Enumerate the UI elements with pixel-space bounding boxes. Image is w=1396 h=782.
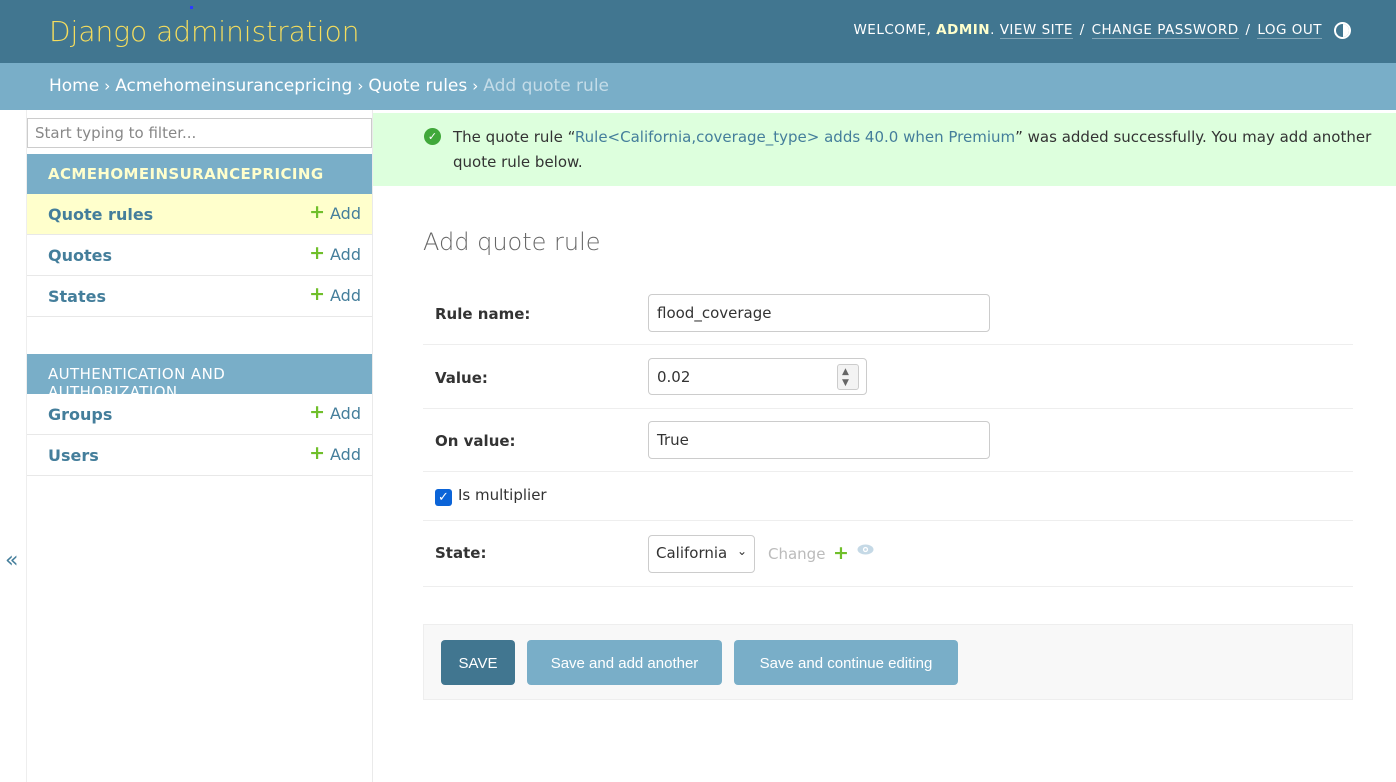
sidebar-item-users: Users + Add — [27, 435, 372, 476]
page-title: Add quote rule — [423, 228, 601, 256]
save-and-add-another-button[interactable]: Save and add another — [527, 640, 722, 685]
add-state-link[interactable]: + Add — [309, 283, 361, 306]
header: Django administration Welcome, admin. Vi… — [0, 0, 1396, 63]
sidebar-item-quotes: Quotes + Add — [27, 235, 372, 276]
add-group-link[interactable]: + Add — [309, 401, 361, 424]
model-link-users[interactable]: Users — [48, 446, 99, 465]
add-label: Add — [330, 404, 361, 423]
sidebar-item-quote-rules: Quote rules + Add — [27, 194, 372, 235]
breadcrumb-app[interactable]: Acmehomeinsurancepricing — [115, 76, 352, 96]
form-row-value: Value: 0.02 ▲ ▼ — [423, 345, 1353, 409]
plus-icon: + — [309, 442, 326, 464]
state-label: State: — [435, 544, 487, 562]
plus-icon: + — [309, 283, 326, 305]
model-link-quotes[interactable]: Quotes — [48, 246, 112, 265]
breadcrumb-model[interactable]: Quote rules — [368, 76, 467, 96]
collapse-sidebar-icon[interactable]: « — [5, 550, 18, 572]
change-password-link[interactable]: Change password — [1091, 22, 1239, 39]
add-user-link[interactable]: + Add — [309, 442, 361, 465]
plus-icon: + — [309, 401, 326, 423]
welcome-text: Welcome, — [853, 22, 932, 38]
view-site-link[interactable]: View site — [999, 22, 1073, 39]
form-row-on-value: On value: True — [423, 409, 1353, 472]
is-multiplier-checkbox[interactable]: ✓ — [435, 489, 452, 506]
add-quote-rule-link[interactable]: + Add — [309, 201, 361, 224]
form-row-is-multiplier: ✓ Is multiplier — [423, 472, 1353, 521]
site-title[interactable]: Django administration — [49, 15, 359, 49]
check-circle-icon: ✓ — [424, 128, 441, 145]
log-out-link[interactable]: Log out — [1257, 22, 1322, 39]
success-message: ✓ The quote rule “Rule<California,covera… — [373, 113, 1396, 186]
change-related-link[interactable]: Change — [768, 545, 825, 563]
value-input[interactable]: 0.02 ▲ ▼ — [648, 358, 867, 395]
on-value-label: On value: — [435, 432, 516, 450]
user-tools: Welcome, admin. View site / Change passw… — [853, 22, 1322, 39]
breadcrumb: Home › Acmehomeinsurancepricing › Quote rule… — [0, 63, 1396, 110]
app-caption-auth[interactable]: Authentication and Authorization — [27, 354, 372, 401]
model-link-quote-rules[interactable]: Quote rules — [48, 205, 153, 224]
submit-row: Save Save and add another Save and conti… — [423, 624, 1353, 700]
app-module-auth: Authentication and Authorization Groups … — [27, 354, 372, 476]
nav-sidebar: Acmehomeinsurancepricing Quote rules +Ad… — [27, 110, 373, 782]
add-label: Add — [330, 204, 361, 223]
message-prefix: The quote rule “ — [453, 128, 575, 146]
save-and-continue-button[interactable]: Save and continue editing — [734, 640, 958, 685]
add-related-plus-icon[interactable]: + — [833, 542, 849, 564]
number-stepper[interactable]: ▲ ▼ — [837, 364, 859, 390]
value-label: Value: — [435, 369, 488, 387]
breadcrumb-current: Add quote rule — [483, 76, 610, 96]
value-input-text: 0.02 — [657, 368, 691, 386]
view-related-eye-icon[interactable] — [857, 544, 874, 555]
added-object-link[interactable]: Rule<California,coverage_type> adds 40.0… — [575, 128, 1015, 146]
stepper-down-icon[interactable]: ▼ — [842, 378, 849, 388]
sidebar-item-states: States + Add — [27, 276, 372, 317]
breadcrumb-separator: › — [472, 77, 479, 95]
on-value-input[interactable]: True — [648, 421, 990, 459]
success-message-text: The quote rule “Rule<California,coverage… — [453, 125, 1373, 175]
form-row-state: State: California ⌄ Change + — [423, 521, 1353, 587]
add-label: Add — [330, 286, 361, 305]
plus-icon: + — [309, 201, 326, 223]
model-link-groups[interactable]: Groups — [48, 405, 112, 424]
username: admin — [936, 22, 991, 38]
stepper-up-icon[interactable]: ▲ — [842, 367, 849, 377]
breadcrumb-separator: › — [357, 77, 364, 95]
sidebar-item-groups: Groups + Add — [27, 394, 372, 435]
model-link-states[interactable]: States — [48, 287, 106, 306]
plus-icon: + — [309, 242, 326, 264]
add-quote-link[interactable]: + Add — [309, 242, 361, 265]
form-row-rule-name: Rule name: flood_coverage — [423, 282, 1353, 345]
state-select[interactable]: California ⌄ — [648, 535, 755, 573]
chevron-down-icon: ⌄ — [736, 544, 747, 558]
is-multiplier-label[interactable]: Is multiplier — [458, 486, 547, 504]
separator: / — [1245, 22, 1251, 38]
sidebar-toggle[interactable]: « — [0, 110, 27, 782]
separator: / — [1079, 22, 1085, 38]
rule-name-input[interactable]: flood_coverage — [648, 294, 990, 332]
add-label: Add — [330, 245, 361, 264]
add-label: Add — [330, 445, 361, 464]
nav-filter-input[interactable] — [27, 118, 372, 148]
app-caption-acmehomeinsurancepricing[interactable]: Acmehomeinsurancepricing — [27, 154, 372, 194]
breadcrumb-home[interactable]: Home — [49, 76, 99, 96]
theme-toggle-icon[interactable] — [1334, 22, 1351, 39]
breadcrumb-separator: › — [104, 77, 111, 95]
app-module-acmehomeinsurancepricing: Acmehomeinsurancepricing Quote rules + Ad… — [27, 154, 372, 317]
rule-name-label: Rule name: — [435, 305, 531, 323]
state-selected-value: California — [656, 544, 728, 562]
cursor-dot — [190, 6, 193, 9]
save-button[interactable]: Save — [441, 640, 515, 685]
